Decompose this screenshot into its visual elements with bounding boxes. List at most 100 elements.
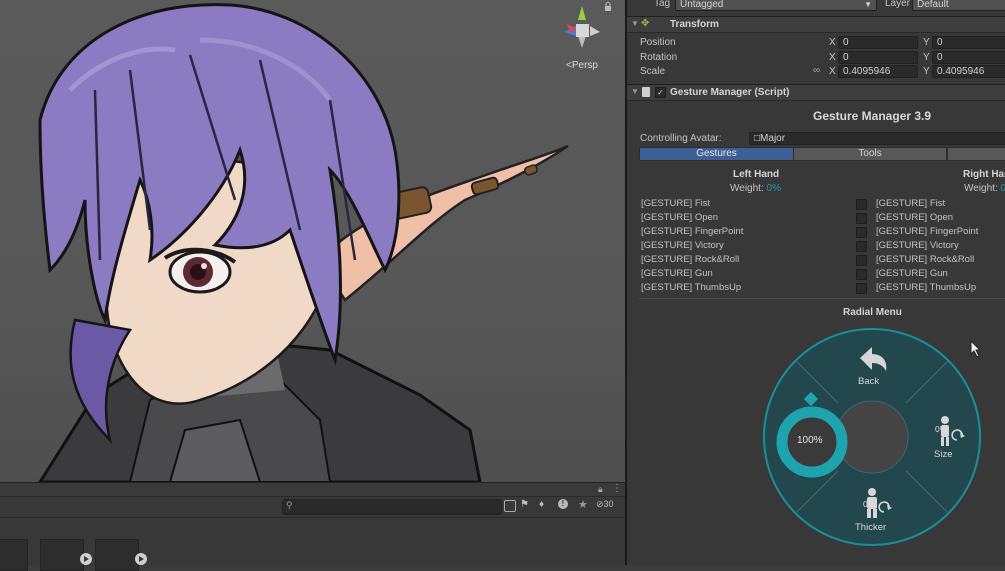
left-gesture-checkbox[interactable]	[856, 213, 867, 224]
left-gesture-checkbox[interactable]	[856, 241, 867, 252]
left-weight-value: 0%	[766, 183, 781, 194]
right-gesture-item[interactable]: [GESTURE] Gun	[876, 267, 978, 281]
eye-slash-icon: ⊘	[596, 499, 604, 509]
filter-label-icon[interactable]: ⚑	[520, 499, 529, 510]
play-icon[interactable]	[80, 553, 92, 565]
panel-menu-icon[interactable]: ⋮	[612, 483, 622, 494]
radial-menu-graphic	[763, 328, 981, 546]
left-gesture-checkbox[interactable]	[856, 227, 867, 238]
transform-title: Transform	[670, 19, 719, 30]
position-x-field[interactable]: 0	[838, 36, 918, 49]
orientation-gizmo[interactable]	[556, 0, 608, 56]
right-gesture-list: [GESTURE] Fist [GESTURE] Open [GESTURE] …	[876, 197, 978, 295]
tab-debug[interactable]	[947, 147, 1005, 161]
position-label: Position	[640, 37, 676, 48]
left-gesture-item[interactable]: [GESTURE] FingerPoint	[641, 225, 743, 239]
asset-thumbnail[interactable]	[40, 539, 92, 571]
right-gesture-item[interactable]: [GESTURE] Fist	[876, 197, 978, 211]
hidden-count[interactable]: ⊘30	[596, 499, 614, 510]
right-hand-title: Right Hand	[963, 169, 1005, 180]
foldout-arrow-icon[interactable]: ▼	[631, 87, 639, 96]
rotation-x-field[interactable]: 0	[838, 51, 918, 64]
left-gesture-item[interactable]: [GESTURE] ThumbsUp	[641, 281, 743, 295]
thicker-value: 0%	[863, 499, 876, 509]
persp-toggle[interactable]: <Persp	[566, 60, 598, 71]
left-gesture-item[interactable]: [GESTURE] Victory	[641, 239, 743, 253]
left-gesture-checkbox[interactable]	[856, 269, 867, 280]
size-value: 0%	[935, 424, 948, 434]
rotation-y-label[interactable]: Y	[923, 52, 930, 63]
filter-type-icon[interactable]	[504, 500, 516, 512]
component-title: Gesture Manager (Script)	[670, 87, 790, 98]
position-y-label[interactable]: Y	[923, 37, 930, 48]
dial-value: 100%	[797, 435, 823, 446]
tab-tools[interactable]: Tools	[793, 147, 947, 161]
right-weight-label: Weight:	[964, 183, 998, 194]
lock-icon[interactable]	[603, 2, 613, 12]
transform-icon: ✥	[641, 18, 650, 29]
rotation-x-label[interactable]: X	[829, 52, 836, 63]
tag-dropdown[interactable]: Untagged ▼	[675, 0, 877, 11]
layer-label: Layer	[885, 0, 911, 9]
project-panel: 🔒︎ ⋮ ⚲ ⚑ ♦ ! ★ ⊘30	[0, 482, 625, 571]
scale-y-label[interactable]: Y	[923, 66, 930, 77]
left-weight: Weight: 0%	[730, 183, 781, 194]
thicker-label[interactable]: Thicker	[855, 522, 886, 533]
separator	[639, 298, 1005, 299]
position-y-field[interactable]: 0	[932, 36, 1005, 49]
size-label[interactable]: Size	[934, 449, 952, 460]
transform-header[interactable]: ▼ ✥ Transform	[627, 16, 1005, 33]
play-icon[interactable]	[135, 553, 147, 565]
gesture-manager-heading: Gesture Manager 3.9	[813, 109, 932, 123]
left-gesture-item[interactable]: [GESTURE] Rock&Roll	[641, 253, 743, 267]
right-weight-value: 0	[1000, 183, 1005, 194]
tab-gestures[interactable]: Gestures	[639, 147, 794, 161]
gesture-manager-header[interactable]: ▼ ✓ Gesture Manager (Script)	[627, 84, 1005, 101]
link-icon[interactable]: ∞	[813, 65, 820, 76]
info-icon[interactable]: !	[558, 499, 568, 509]
script-icon	[642, 87, 650, 97]
scene-view[interactable]: <Persp	[0, 0, 625, 482]
right-gesture-item[interactable]: [GESTURE] Rock&Roll	[876, 253, 978, 267]
right-gesture-item[interactable]: [GESTURE] Victory	[876, 239, 978, 253]
layer-value: Default	[917, 0, 949, 10]
enabled-checkbox[interactable]: ✓	[655, 87, 666, 98]
hidden-count-value: 30	[603, 499, 614, 509]
left-gesture-item[interactable]: [GESTURE] Gun	[641, 267, 743, 281]
right-gesture-item[interactable]: [GESTURE] ThumbsUp	[876, 281, 978, 295]
back-label[interactable]: Back	[858, 376, 879, 387]
asset-thumbnail[interactable]	[95, 539, 147, 571]
rotation-label: Rotation	[640, 52, 678, 63]
tag-icon[interactable]: ♦	[539, 499, 544, 510]
tag-value: Untagged	[680, 0, 724, 10]
left-hand-title: Left Hand	[733, 169, 780, 180]
right-weight: Weight: 0	[964, 183, 1005, 194]
foldout-arrow-icon[interactable]: ▼	[631, 19, 639, 28]
scale-x-label[interactable]: X	[829, 66, 836, 77]
panel-header: 🔒︎ ⋮	[0, 483, 625, 497]
left-gesture-item[interactable]: [GESTURE] Open	[641, 211, 743, 225]
inspector-panel: Tag Untagged ▼ Layer Default ▼ ✥ Transfo…	[627, 0, 1005, 565]
right-gesture-item[interactable]: [GESTURE] FingerPoint	[876, 225, 978, 239]
radial-menu[interactable]: Back 0% Size 0% Thicker 100%	[760, 325, 984, 549]
scale-x-field[interactable]: 0.4095946	[838, 65, 918, 78]
left-gesture-checkbox[interactable]	[856, 255, 867, 266]
asset-thumbnail[interactable]	[0, 539, 28, 571]
left-gesture-checkbox[interactable]	[856, 199, 867, 210]
layer-dropdown[interactable]: Default	[912, 0, 1005, 11]
avatar-render	[38, 3, 569, 482]
left-gesture-item[interactable]: [GESTURE] Fist	[641, 197, 743, 211]
persp-label: Persp	[571, 60, 598, 71]
radial-menu-title: Radial Menu	[843, 307, 902, 318]
scale-label: Scale	[640, 66, 666, 77]
avatar-name: Major	[760, 133, 786, 144]
scale-y-field[interactable]: 0.4095946	[932, 65, 1005, 78]
rotation-y-field[interactable]: 0	[932, 51, 1005, 64]
favorite-star-icon[interactable]: ★	[578, 498, 588, 511]
avatar-object-field[interactable]: □Major	[749, 132, 1005, 145]
panel-lock-icon[interactable]: 🔒︎	[598, 484, 603, 495]
left-gesture-checkbox[interactable]	[856, 283, 867, 294]
search-input[interactable]: ⚲	[282, 499, 502, 515]
position-x-label[interactable]: X	[829, 37, 836, 48]
right-gesture-item[interactable]: [GESTURE] Open	[876, 211, 978, 225]
